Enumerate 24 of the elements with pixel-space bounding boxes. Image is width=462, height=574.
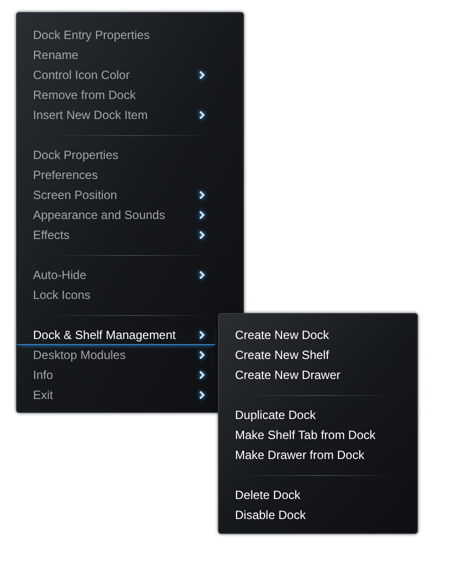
menu-item[interactable]: Create New Shelf	[219, 345, 417, 365]
menu-item[interactable]: Make Shelf Tab from Dock	[219, 425, 417, 445]
menu-item[interactable]: Info	[17, 365, 215, 385]
menu-item[interactable]: Insert New Dock Item	[17, 105, 215, 125]
menu-item[interactable]: Make Drawer from Dock	[219, 445, 417, 465]
menu-item[interactable]: Remove from Dock	[17, 85, 215, 105]
menu-item[interactable]: Delete Dock	[219, 485, 417, 505]
menu-item[interactable]: Disable Dock	[219, 505, 417, 525]
menu-item[interactable]: Effects	[17, 225, 215, 245]
menu-item[interactable]: Dock & Shelf Management	[17, 325, 215, 345]
menu-item[interactable]: Preferences	[17, 165, 215, 185]
menu-item[interactable]: Dock Properties	[17, 145, 215, 165]
menu-item[interactable]: Dock Entry Properties	[17, 25, 215, 45]
menu-item[interactable]: Lock Icons	[17, 285, 215, 305]
menu-item[interactable]: Duplicate Dock	[219, 405, 417, 425]
menu-item[interactable]: Control Icon Color	[17, 65, 215, 85]
menu-item[interactable]: Appearance and Sounds	[17, 205, 215, 225]
menu-item[interactable]: Screen Position	[17, 185, 215, 205]
menu-item[interactable]: Rename	[17, 45, 215, 65]
menu-item[interactable]: Create New Drawer	[219, 365, 417, 385]
menu-item[interactable]: Exit	[17, 385, 215, 405]
menu-item[interactable]: Desktop Modules	[17, 345, 215, 365]
menu-item[interactable]: Create New Dock	[219, 325, 417, 345]
menu-item[interactable]: Auto-Hide	[17, 265, 215, 285]
